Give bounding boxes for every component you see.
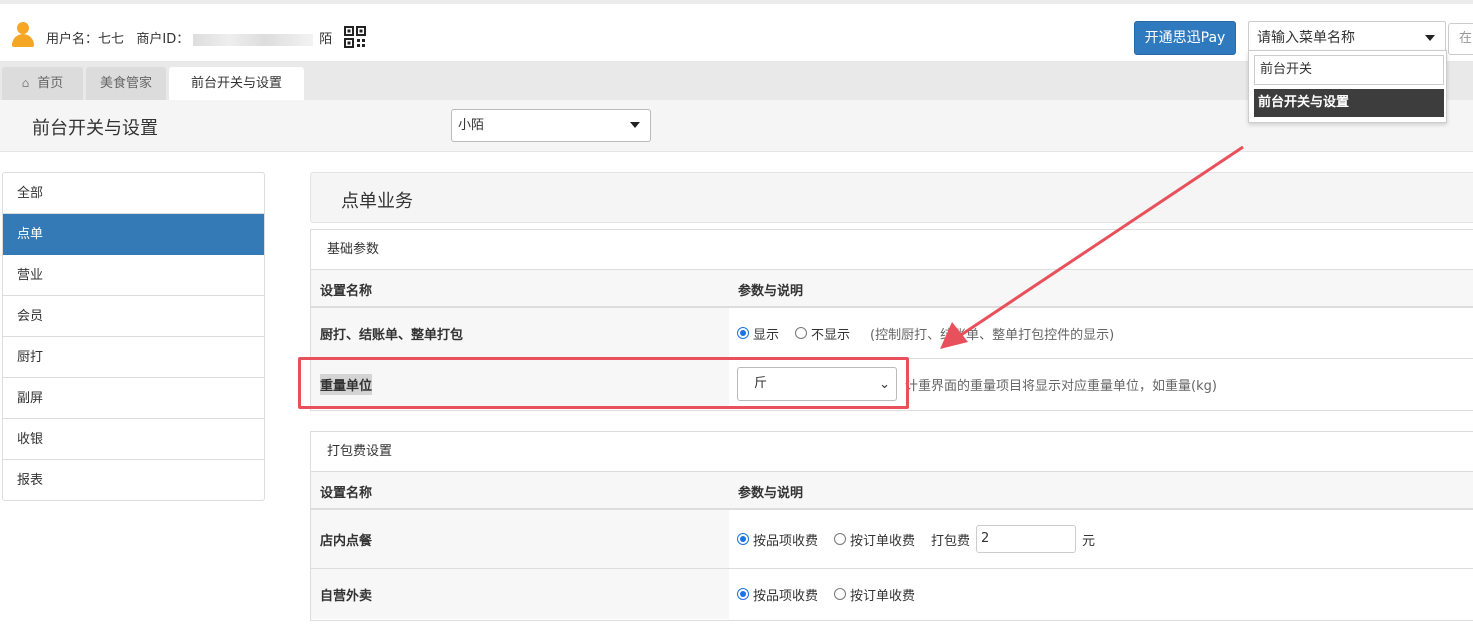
packaging-fee-panel: 打包费设置 设置名称 参数与说明 店内点餐 按品项收费 按订单收费 打包费 2 …: [310, 431, 1473, 621]
hide-radio-option[interactable]: 不显示: [795, 324, 850, 343]
sidebar-item-kitchen-print[interactable]: 厨打: [3, 337, 264, 378]
category-sidebar: 全部 点单 营业 会员 厨打 副屏 收银 报表: [2, 172, 265, 501]
radio-label: 不显示: [811, 327, 851, 343]
tab-frontend-settings[interactable]: 前台开关与设置: [169, 67, 304, 100]
tab-label: 前台开关与设置: [190, 76, 282, 91]
setting-value: 显示 不显示 (控制厨打、结账单、整单打包控件的显示): [729, 308, 1473, 358]
store-select[interactable]: 小陌: [451, 109, 651, 142]
radio-label: 显示: [753, 327, 780, 343]
setting-note: (控制厨打、结账单、整单打包控件的显示): [870, 327, 1115, 343]
table-row: 自营外卖 按品项收费 按订单收费: [311, 569, 1473, 619]
chevron-down-icon: ⌄: [879, 377, 890, 392]
radio-checked[interactable]: [737, 327, 749, 339]
sidebar-item-report[interactable]: 报表: [3, 460, 264, 501]
section-title: 点单业务: [341, 191, 413, 212]
col-param-desc: 参数与说明: [738, 284, 804, 299]
show-radio-option[interactable]: 显示: [737, 324, 779, 343]
radio-checked[interactable]: [737, 533, 749, 545]
user-info: 用户名：七七 商户ID： 陌: [46, 28, 332, 47]
qr-code-icon[interactable]: [344, 26, 366, 48]
open-pay-button[interactable]: 开通思迅Pay: [1134, 21, 1236, 55]
col-setting-name: 设置名称: [320, 486, 373, 501]
table-header: 设置名称 参数与说明: [311, 270, 1473, 308]
sidebar-item-member[interactable]: 会员: [3, 296, 264, 337]
merchant-id-label: 商户ID：: [136, 32, 190, 47]
radio-label: 按订单收费: [850, 533, 916, 549]
table-row: 店内点餐 按品项收费 按订单收费 打包费 2 元: [311, 510, 1473, 569]
radio-unchecked[interactable]: [834, 588, 847, 600]
sidebar-item-business[interactable]: 营业: [3, 255, 264, 296]
setting-value: 斤 ⌄ 计重界面的重量项目将显示对应重量单位，如重量(kg): [729, 359, 1473, 409]
per-order-radio-option[interactable]: 按订单收费: [834, 530, 915, 549]
radio-unchecked[interactable]: [795, 327, 808, 339]
packaging-fee-input[interactable]: 2: [976, 525, 1077, 553]
setting-name-cell: 重量单位: [311, 359, 729, 409]
setting-name: 厨打、结账单、整单打包: [311, 308, 729, 358]
radio-checked[interactable]: [737, 588, 749, 600]
panel-title: 打包费设置: [311, 432, 1473, 472]
tab-food-manager[interactable]: 美食管家: [86, 67, 166, 100]
merchant-id-redacted: [193, 33, 314, 46]
weight-unit-select[interactable]: 斤 ⌄: [737, 367, 897, 401]
merchant-suffix: 陌: [319, 32, 333, 47]
basic-params-panel: 基础参数 设置名称 参数与说明 厨打、结账单、整单打包 显示 不显示 (控制厨打…: [310, 229, 1473, 411]
caret-down-icon: [630, 122, 640, 128]
user-avatar-icon: [11, 22, 35, 48]
radio-unchecked[interactable]: [834, 533, 847, 545]
dropdown-filter-input[interactable]: 前台开关: [1254, 55, 1444, 85]
col-setting-name: 设置名称: [320, 284, 373, 299]
setting-value: 按品项收费 按订单收费: [729, 569, 1473, 619]
home-icon: ⌂: [21, 76, 30, 90]
setting-note: 计重界面的重量项目将显示对应重量单位，如重量(kg): [905, 378, 1217, 394]
sidebar-item-secondary-screen[interactable]: 副屏: [3, 378, 264, 419]
section-header: 点单业务: [310, 172, 1473, 223]
per-order-radio-option[interactable]: 按订单收费: [834, 585, 915, 604]
panel-title: 基础参数: [311, 230, 1473, 270]
tab-home[interactable]: ⌂ 首页: [2, 67, 83, 100]
setting-value: 按品项收费 按订单收费 打包费 2 元: [729, 510, 1473, 568]
menu-search-dropdown: 前台开关 前台开关与设置: [1248, 50, 1447, 123]
caret-down-icon: [1425, 35, 1435, 41]
tab-label: 美食管家: [99, 76, 152, 91]
setting-name: 重量单位: [320, 373, 373, 395]
fee-unit: 元: [1082, 533, 1096, 549]
radio-label: 按品项收费: [753, 588, 819, 604]
fee-label: 打包费: [931, 533, 971, 549]
sidebar-item-order[interactable]: 点单: [3, 214, 264, 255]
table-row: 厨打、结账单、整单打包 显示 不显示 (控制厨打、结账单、整单打包控件的显示): [311, 308, 1473, 359]
right-search-input[interactable]: 在: [1448, 23, 1473, 55]
sidebar-item-cashier[interactable]: 收银: [3, 419, 264, 460]
per-item-radio-option[interactable]: 按品项收费: [737, 585, 818, 604]
per-item-radio-option[interactable]: 按品项收费: [737, 530, 818, 549]
setting-name: 店内点餐: [311, 510, 729, 568]
table-header: 设置名称 参数与说明: [311, 472, 1473, 510]
weight-unit-value: 斤: [754, 376, 768, 391]
username-label: 用户名：七七: [46, 32, 125, 47]
page-title: 前台开关与设置: [32, 118, 158, 139]
dropdown-option[interactable]: 前台开关与设置: [1254, 89, 1444, 117]
store-select-value: 小陌: [458, 118, 485, 133]
tab-label: 首页: [37, 76, 64, 91]
table-row: 重量单位 斤 ⌄ 计重界面的重量项目将显示对应重量单位，如重量(kg): [311, 359, 1473, 409]
radio-label: 按品项收费: [753, 533, 819, 549]
radio-label: 按订单收费: [850, 588, 916, 604]
menu-search-placeholder: 请输入菜单名称: [1257, 30, 1355, 46]
setting-name: 自营外卖: [311, 569, 729, 619]
sidebar-item-all[interactable]: 全部: [3, 173, 264, 214]
col-param-desc: 参数与说明: [738, 486, 804, 501]
